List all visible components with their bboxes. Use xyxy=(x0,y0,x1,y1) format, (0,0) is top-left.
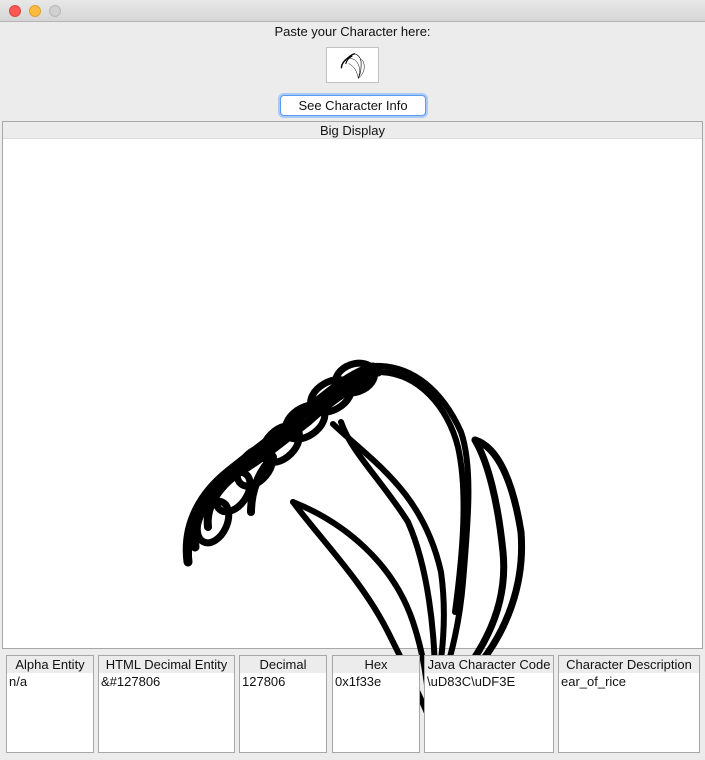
character-input[interactable] xyxy=(326,47,379,83)
decimal-title: Decimal xyxy=(240,656,326,673)
minimize-window-button[interactable] xyxy=(29,5,41,17)
character-description-value[interactable]: ear_of_rice xyxy=(559,673,699,690)
maximize-window-button[interactable] xyxy=(49,5,61,17)
decimal-value[interactable]: 127806 xyxy=(240,673,326,690)
big-display-panel: Big Display xyxy=(2,121,703,722)
big-display-title: Big Display xyxy=(3,122,702,139)
title-bar xyxy=(0,0,705,22)
hex-value[interactable]: 0x1f33e xyxy=(333,673,419,690)
alpha-entity-box: Alpha Entity n/a xyxy=(6,655,94,753)
character-description-title: Character Description xyxy=(559,656,699,673)
alpha-entity-value[interactable]: n/a xyxy=(7,673,93,690)
close-window-button[interactable] xyxy=(9,5,21,17)
html-decimal-entity-title: HTML Decimal Entity xyxy=(99,656,234,673)
alpha-entity-title: Alpha Entity xyxy=(7,656,93,673)
java-character-code-box: Java Character Code \uD83C\uDF3E xyxy=(424,655,554,753)
ear-of-rice-icon xyxy=(340,53,365,79)
java-character-code-value[interactable]: \uD83C\uDF3E xyxy=(425,673,553,690)
app-window: Paste your Character here: See Character… xyxy=(0,0,705,760)
html-decimal-entity-value[interactable]: &#127806 xyxy=(99,673,234,690)
hex-box: Hex 0x1f33e xyxy=(332,655,420,753)
see-character-info-button[interactable]: See Character Info xyxy=(280,95,426,116)
java-character-code-title: Java Character Code xyxy=(425,656,553,673)
decimal-box: Decimal 127806 xyxy=(239,655,327,753)
html-decimal-entity-box: HTML Decimal Entity &#127806 xyxy=(98,655,235,753)
character-description-box: Character Description ear_of_rice xyxy=(558,655,700,753)
paste-label: Paste your Character here: xyxy=(274,24,431,39)
hex-title: Hex xyxy=(333,656,419,673)
